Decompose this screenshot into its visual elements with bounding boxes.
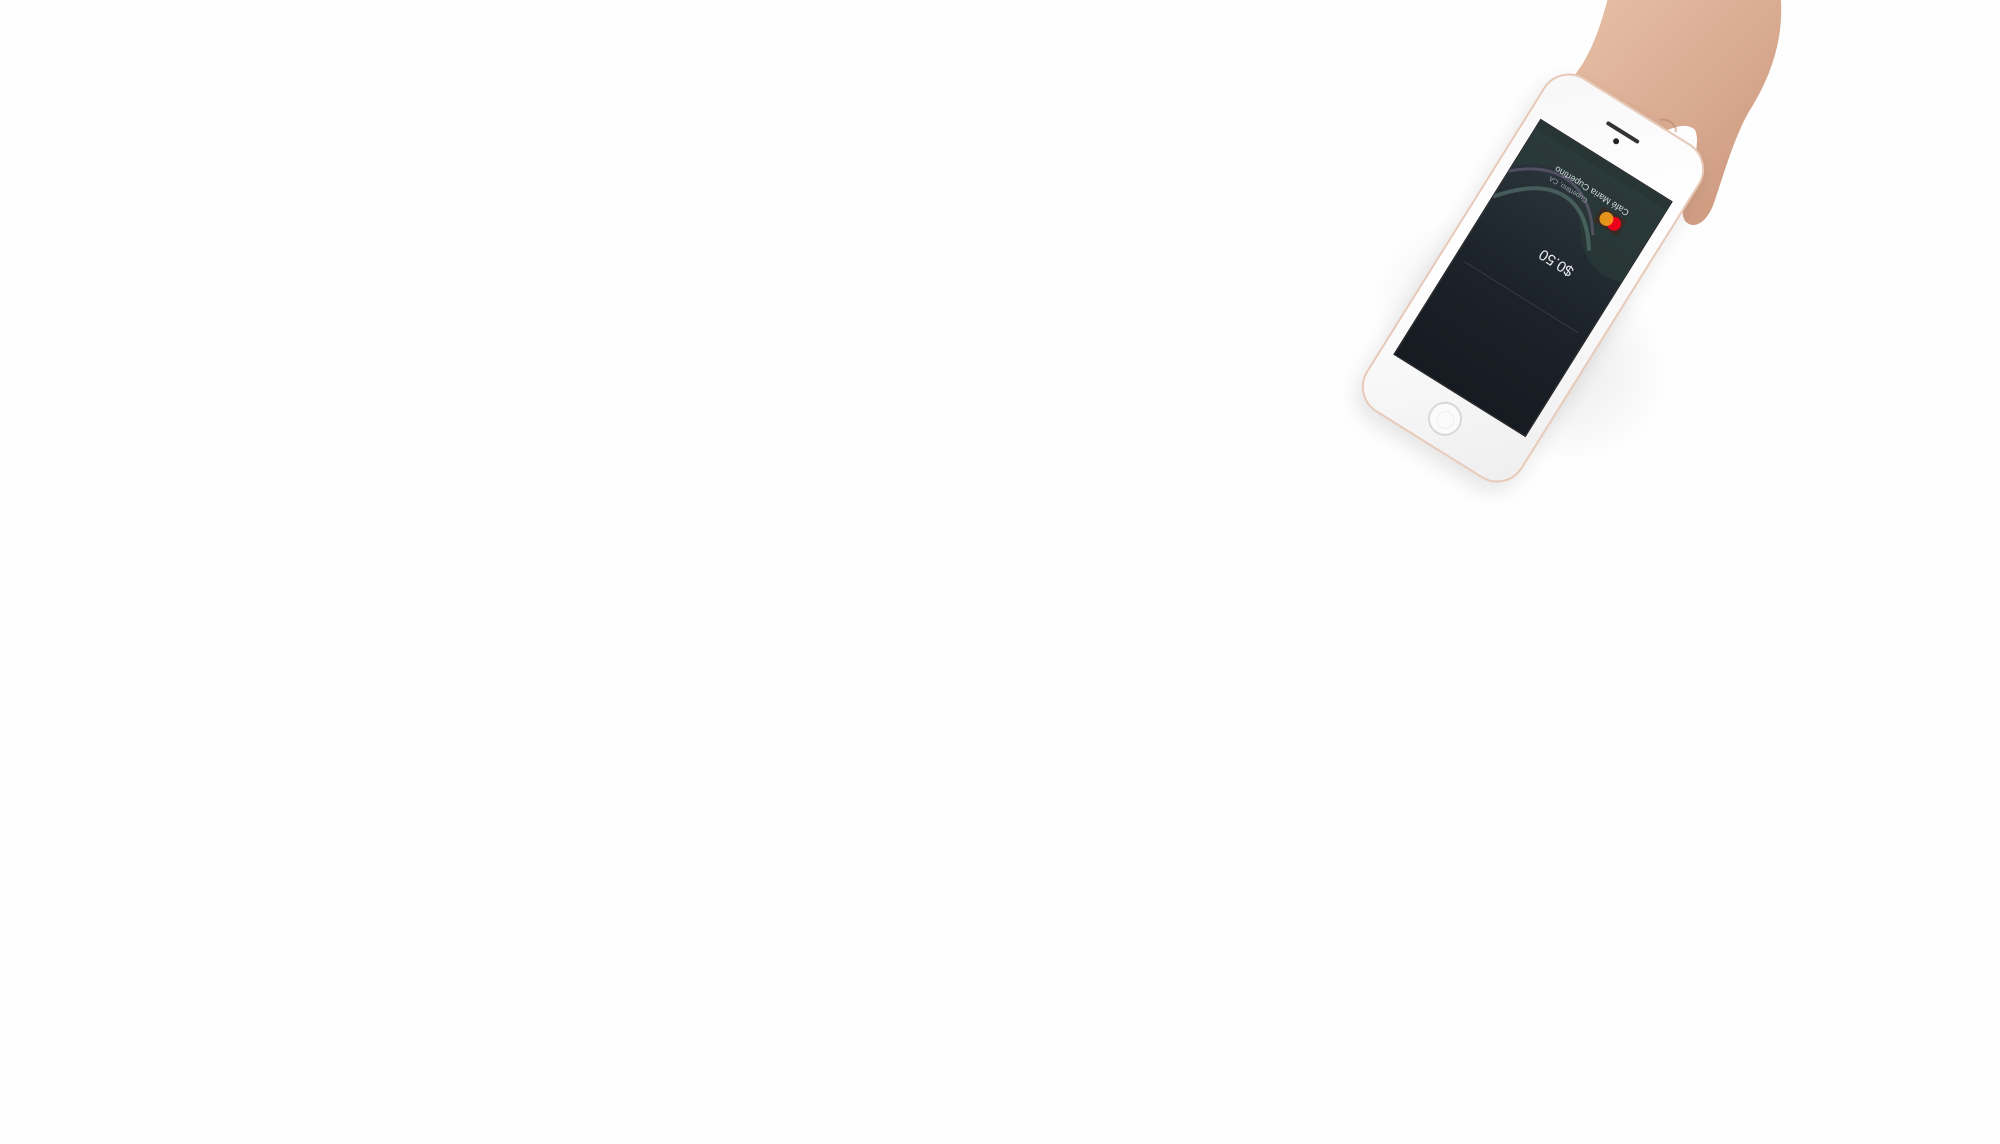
scene: Café Maria Cupertino Cupertino, CA $0.50 bbox=[0, 0, 2000, 1144]
phone-speaker bbox=[1605, 120, 1640, 145]
home-button[interactable] bbox=[1421, 395, 1469, 443]
phone-camera bbox=[1611, 137, 1621, 146]
